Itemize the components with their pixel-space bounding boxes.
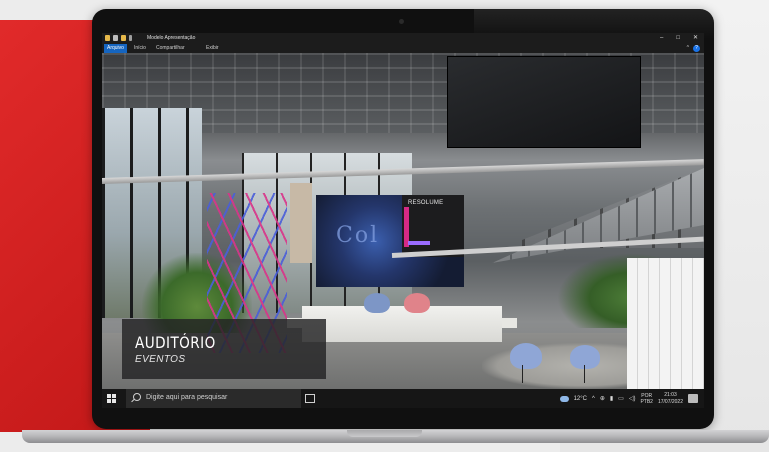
laptop-screen: Modelo Apresentação – □ ✕ Arquivo Início… [102,33,704,408]
properties-icon[interactable] [113,35,118,41]
tab-compartilhar[interactable]: Compartilhar [153,44,188,53]
lang-bottom: PTB2 [640,398,653,405]
explorer-titlebar: Modelo Apresentação – □ ✕ [102,33,704,44]
webcam-icon [399,19,404,24]
weather-cloud-icon[interactable] [559,395,569,402]
explorer-ribbon: Arquivo Início Compartilhar Exibir ^ ? [102,44,704,53]
network-icon[interactable]: ⊕ [600,395,605,402]
search-icon [133,393,141,401]
minimize-button[interactable]: – [660,33,663,44]
sign-accent-bar [408,241,430,245]
close-button[interactable]: ✕ [693,33,698,44]
chair-leg [584,365,585,383]
white-panel-wall [627,258,704,389]
search-placeholder[interactable]: Digite aqui para pesquisar [146,394,227,401]
tab-exibir[interactable]: Exibir [203,44,222,53]
maximize-button[interactable]: □ [676,33,680,44]
stage-platform [302,306,502,342]
building-silhouette [290,183,312,263]
ceiling-tv-screen [447,56,641,148]
tab-inicio[interactable]: Início [131,44,149,53]
caption-title: AUDITÓRIO [135,333,216,352]
chair-blue [570,345,600,369]
chair-blue [510,343,542,369]
notification-icon[interactable] [688,394,698,403]
sign-label: RESOLUME [408,200,444,206]
chair-pink [404,293,430,313]
caption-subtitle: EVENTOS [135,354,186,365]
battery-icon[interactable]: ▮ [610,395,613,402]
tray-chevron-icon[interactable]: ^ [592,396,595,402]
task-view-icon[interactable] [305,394,315,403]
dropdown-arrow-icon[interactable] [129,35,132,41]
clock-date: 17/07/2022 [657,398,683,405]
volume-icon[interactable]: ◁) [629,395,636,402]
windows-start-icon[interactable] [107,394,116,403]
taskbar-clock[interactable]: 21:03 17/07/2022 [658,392,683,406]
help-button[interactable]: ? [693,45,700,52]
system-tray: 12°C ^ ⊕ ▮ ▭ ◁) POR PTB2 21:03 17/07/202… [559,389,698,408]
tab-arquivo[interactable]: Arquivo [104,44,127,53]
laptop-base-groove [347,430,422,437]
caption-box: AUDITÓRIO EVENTOS [122,319,326,379]
clock-time: 21:03 [664,391,677,398]
quick-access-toolbar [105,35,132,41]
folder-icon[interactable] [105,35,110,41]
taskbar-search-box[interactable]: Digite aqui para pesquisar [126,389,301,408]
chair-blue [364,293,390,313]
auditorium-photo: Col RESOLUME AUDITÓRIO EVENTOS [102,53,704,389]
temperature[interactable]: 12°C [574,396,587,402]
language-indicator[interactable]: POR PTB2 [640,393,653,405]
resolume-sign: RESOLUME [402,195,464,257]
chevron-up-icon[interactable]: ^ [687,44,689,53]
window-controls: – □ ✕ [660,33,698,44]
chair-leg [522,365,523,383]
led-art-text: Col [336,223,380,248]
new-folder-icon[interactable] [121,35,126,41]
windows-taskbar: Digite aqui para pesquisar 12°C ^ ⊕ ▮ ▭ … [102,389,704,408]
window-title: Modelo Apresentação [147,35,196,41]
display-icon[interactable]: ▭ [618,395,624,402]
